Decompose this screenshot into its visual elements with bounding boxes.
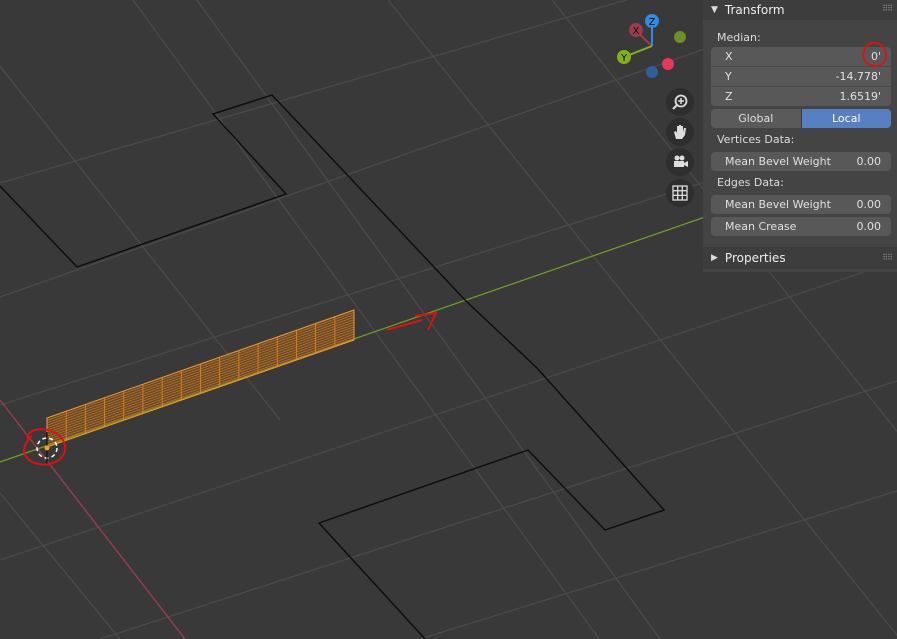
zoom-icon <box>672 94 688 110</box>
median-z-field[interactable]: Z 1.6519' <box>711 87 891 106</box>
local-button[interactable]: Local <box>801 109 891 128</box>
pan-hand-icon <box>674 125 686 139</box>
edge-mean-crease-field[interactable]: Mean Crease 0.00 <box>711 217 891 236</box>
wireframe-outlines <box>0 94 666 639</box>
annotation-circle-x <box>862 41 888 67</box>
camera-button[interactable] <box>666 148 694 176</box>
annotation-arrow <box>386 311 438 331</box>
svg-text:Z: Z <box>649 17 656 28</box>
zoom-button[interactable] <box>666 88 694 116</box>
median-z-value: 1.6519' <box>839 90 881 103</box>
transform-title: Transform <box>724 3 785 17</box>
global-button[interactable]: Global <box>711 109 802 128</box>
grid-icon <box>672 185 688 201</box>
vertex-mean-bevel-weight-field[interactable]: Mean Bevel Weight 0.00 <box>711 152 891 171</box>
drag-grip-icon[interactable]: ⠿⠿ <box>882 253 893 262</box>
gizmo-neg-x <box>662 58 674 70</box>
properties-panel-header[interactable]: ▶ Properties ⠿⠿ <box>703 247 897 269</box>
gizmo-neg-y <box>674 31 686 43</box>
drag-grip-icon[interactable]: ⠿⠿ <box>882 4 893 13</box>
svg-text:X: X <box>633 26 640 37</box>
edges-data-label: Edges Data: <box>717 176 784 189</box>
collapsed-triangle-icon: ▶ <box>711 253 718 263</box>
ortho-toggle-button[interactable] <box>666 179 694 207</box>
svg-text:Y: Y <box>620 53 628 64</box>
vertices-data-label: Vertices Data: <box>717 133 795 146</box>
camera-icon <box>674 155 688 167</box>
transform-panel-header[interactable]: ▼ Transform ⠿⠿ <box>703 0 897 20</box>
selected-mesh <box>46 309 355 448</box>
navigation-gizmo[interactable]: X Z Y <box>617 14 686 78</box>
space-toggle: Global Local <box>711 109 891 128</box>
gizmo-neg-z <box>646 66 658 78</box>
edge-mean-bevel-weight-field[interactable]: Mean Bevel Weight 0.00 <box>711 195 891 214</box>
properties-title: Properties <box>724 251 786 265</box>
expand-triangle-icon: ▼ <box>711 5 718 15</box>
pan-button[interactable] <box>666 118 694 146</box>
